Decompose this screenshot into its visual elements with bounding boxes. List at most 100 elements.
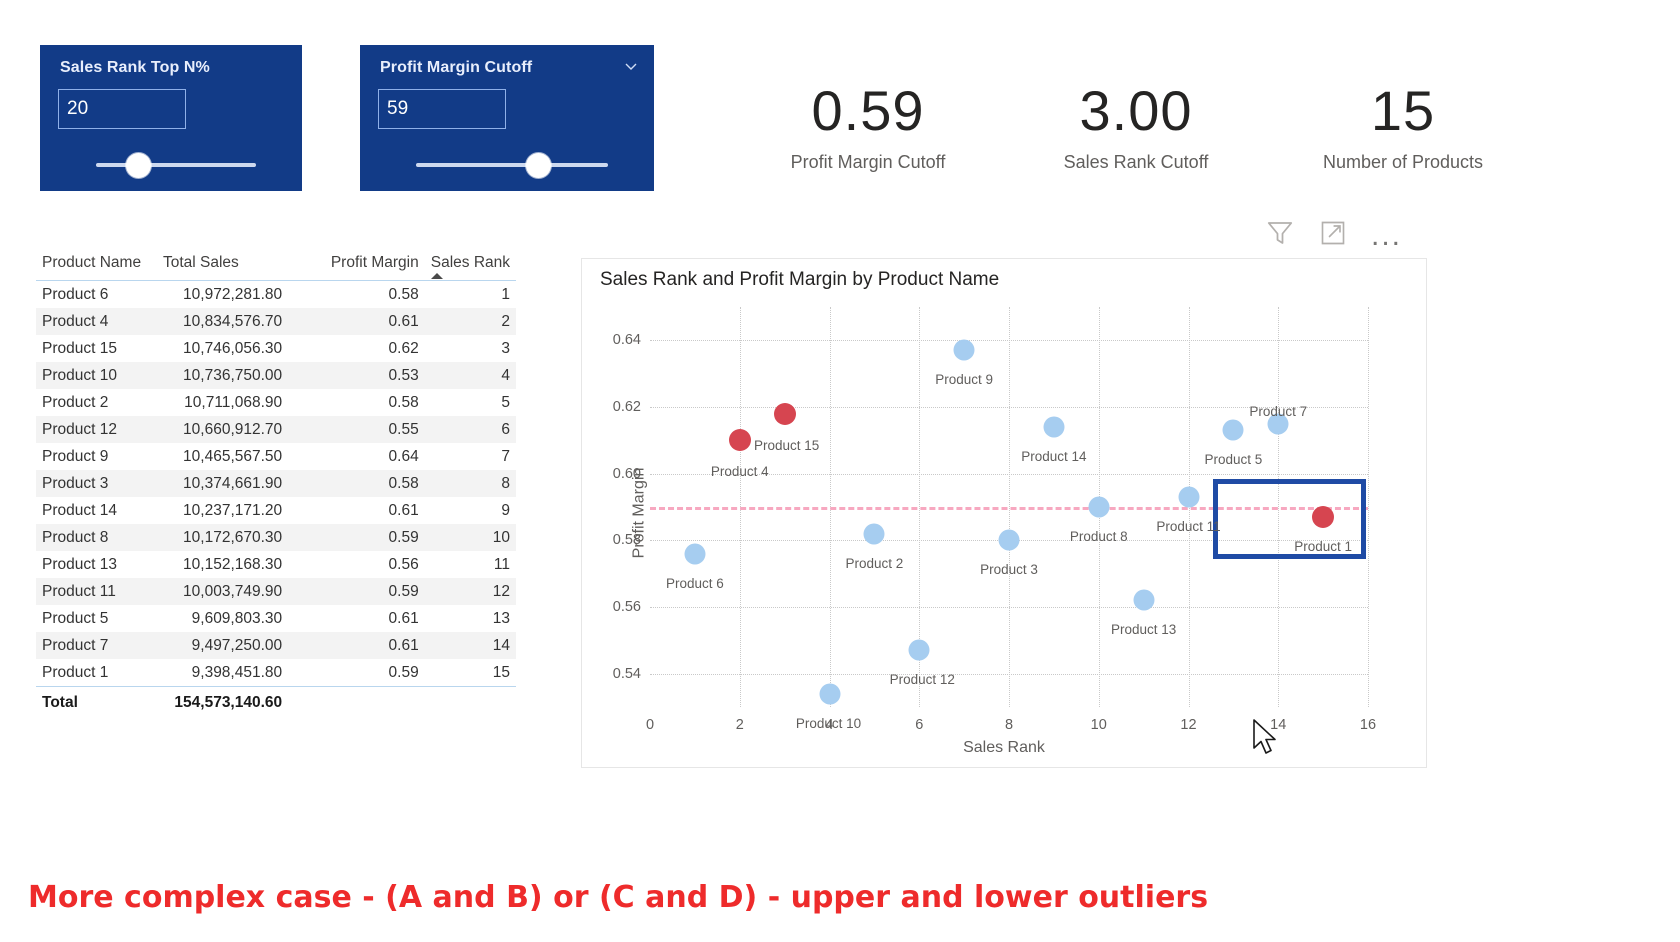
scatter-point[interactable] [953,339,975,361]
table-header-row: Product Name Total Sales Profit Margin S… [36,250,516,281]
y-axis-tick-label: 0.60 [612,465,641,482]
cell-total-sales: 10,374,661.90 [158,470,309,497]
cell-profit-margin: 0.61 [308,632,425,659]
cell-product-name: Product 10 [36,362,159,389]
cell-total-sales: 10,172,670.30 [158,524,309,551]
table-row[interactable]: Product 8 10,172,670.30 0.59 10 [36,524,516,551]
scatter-point-label: Product 12 [889,672,955,688]
products-table[interactable]: Product Name Total Sales Profit Margin S… [36,250,516,717]
chevron-down-icon[interactable] [624,59,638,73]
grid-line-vertical [1368,307,1369,707]
cell-sales-rank: 7 [501,447,510,465]
cell-profit-margin: 0.58 [388,393,419,411]
table-row[interactable]: Product 3 10,374,661.90 0.58 8 [36,470,516,497]
cell-profit-margin: 0.58 [388,285,419,303]
slicer-sales-rank-top-n[interactable]: Sales Rank Top N% [40,45,302,191]
table-row[interactable]: Product 9 10,465,567.50 0.64 7 [36,443,516,470]
x-axis-tick-label: 6 [915,717,924,733]
column-header-label: Sales Rank [430,254,510,271]
slicer-profit-margin-cutoff[interactable]: Profit Margin Cutoff [360,45,654,191]
cell-total-sales: 10,465,567.50 [183,447,283,465]
report-canvas: Sales Rank Top N% Profit Margin Cutoff 0… [0,0,1680,942]
focus-mode-icon[interactable] [1319,219,1347,252]
scatter-point[interactable] [684,543,706,565]
slider-thumb[interactable] [526,153,551,178]
scatter-point[interactable] [1312,506,1335,528]
reference-line [650,507,1368,510]
profit-margin-cutoff-input[interactable] [378,89,506,129]
total-sales: 154,573,140.60 [158,686,309,717]
x-axis-tick-label: 16 [1359,717,1377,733]
cell-profit-margin: 0.62 [388,339,419,357]
column-header-sales-rank[interactable]: Sales Rank [424,250,516,281]
column-header-product-name[interactable]: Product Name [36,250,159,281]
cell-sales-rank: 14 [424,632,516,659]
table-row[interactable]: Product 1 9,398,451.80 0.59 15 [36,659,516,687]
slicer-title: Sales Rank Top N% [60,59,210,76]
mouse-cursor [1252,718,1280,763]
slider-thumb[interactable] [126,153,151,178]
y-axis-tick-label: 0.62 [612,399,641,415]
table-row[interactable]: Product 7 9,497,250.00 0.61 14 [36,632,516,659]
table-row[interactable]: Product 14 10,237,171.20 0.61 9 [36,497,516,524]
cell-profit-margin: 0.64 [388,447,419,465]
cell-total-sales: 10,152,168.30 [183,555,283,573]
scatter-point[interactable] [1222,419,1244,441]
cell-profit-margin: 0.59 [308,578,425,605]
scatter-point[interactable] [819,683,840,705]
kpi-label: Number of Products [1322,152,1484,172]
cell-profit-margin: 0.61 [388,501,419,519]
cell-sales-rank: 8 [424,470,516,497]
total-margin [308,686,425,717]
table-row[interactable]: Product 4 10,834,576.70 0.61 2 [36,308,516,335]
cell-product-name: Product 7 [36,632,159,659]
cell-profit-margin: 0.61 [388,609,419,627]
x-axis-tick-label: 0 [645,717,655,733]
table-row[interactable]: Product 6 10,972,281.80 0.58 1 [36,281,516,309]
cell-product-name: Product 5 [42,609,109,627]
column-header-profit-margin[interactable]: Profit Margin [308,250,425,281]
cell-sales-rank: 15 [492,663,510,681]
visual-toolbar: ... [1265,218,1402,253]
sales-rank-top-n-input[interactable] [58,89,186,129]
table-row[interactable]: Product 2 10,711,068.90 0.58 5 [36,389,516,416]
slide-caption: More complex case - (A and B) or (C and … [28,880,1209,915]
scatter-point[interactable] [773,402,796,425]
scatter-point-label: Product 11 [1156,519,1221,534]
x-axis-tick-label: 10 [1090,717,1107,733]
scatter-chart-visual[interactable]: Sales Rank and Profit Margin by Product … [581,258,1427,768]
cell-sales-rank: 9 [501,501,510,519]
scatter-point[interactable] [1088,496,1110,518]
table-row[interactable]: Product 10 10,736,750.00 0.53 4 [36,362,516,389]
scatter-point[interactable] [1178,486,1199,508]
scatter-point[interactable] [908,639,930,661]
scatter-point[interactable] [863,523,885,545]
cell-sales-rank: 11 [493,555,510,573]
slider-track [416,163,608,167]
scatter-point[interactable] [1133,589,1155,611]
cell-sales-rank: 6 [424,416,516,443]
more-options-button[interactable]: ... [1371,220,1402,250]
table-row[interactable]: Product 5 9,609,803.30 0.61 13 [36,605,516,632]
column-header-total-sales[interactable]: Total Sales [158,250,309,281]
cell-sales-rank: 2 [424,308,516,335]
scatter-point-label: Product 8 [1069,529,1128,544]
scatter-point[interactable] [998,529,1020,551]
table-row[interactable]: Product 11 10,003,749.90 0.59 12 [36,578,516,605]
cell-total-sales: 10,834,576.70 [158,308,309,335]
x-axis-tick-label: 2 [735,717,744,733]
scatter-point[interactable] [1043,416,1065,438]
filter-icon[interactable] [1265,218,1295,253]
plot-area[interactable]: 0.64 0.62 0.60 0.58 0.56 0.54 0 2 4 6 8 10 12 14 16 Pro… [613,307,1376,733]
table-row[interactable]: Product 13 10,152,168.30 0.56 11 [36,551,516,578]
table-row[interactable]: Product 15 10,746,056.30 0.62 3 [36,335,516,362]
cell-product-name: Product 8 [36,524,159,551]
sales-rank-slider[interactable] [58,150,284,180]
profit-margin-slider[interactable] [378,150,636,180]
y-axis-tick-label: 0.54 [612,665,641,682]
table-row[interactable]: Product 12 10,660,912.70 0.55 6 [36,416,516,443]
kpi-profit-margin-cutoff: 0.59 Profit Margin Cutoff [748,80,988,173]
scatter-point-label: Product 15 [753,437,820,453]
scatter-point[interactable] [728,429,751,452]
cell-total-sales: 10,746,056.30 [183,339,283,357]
